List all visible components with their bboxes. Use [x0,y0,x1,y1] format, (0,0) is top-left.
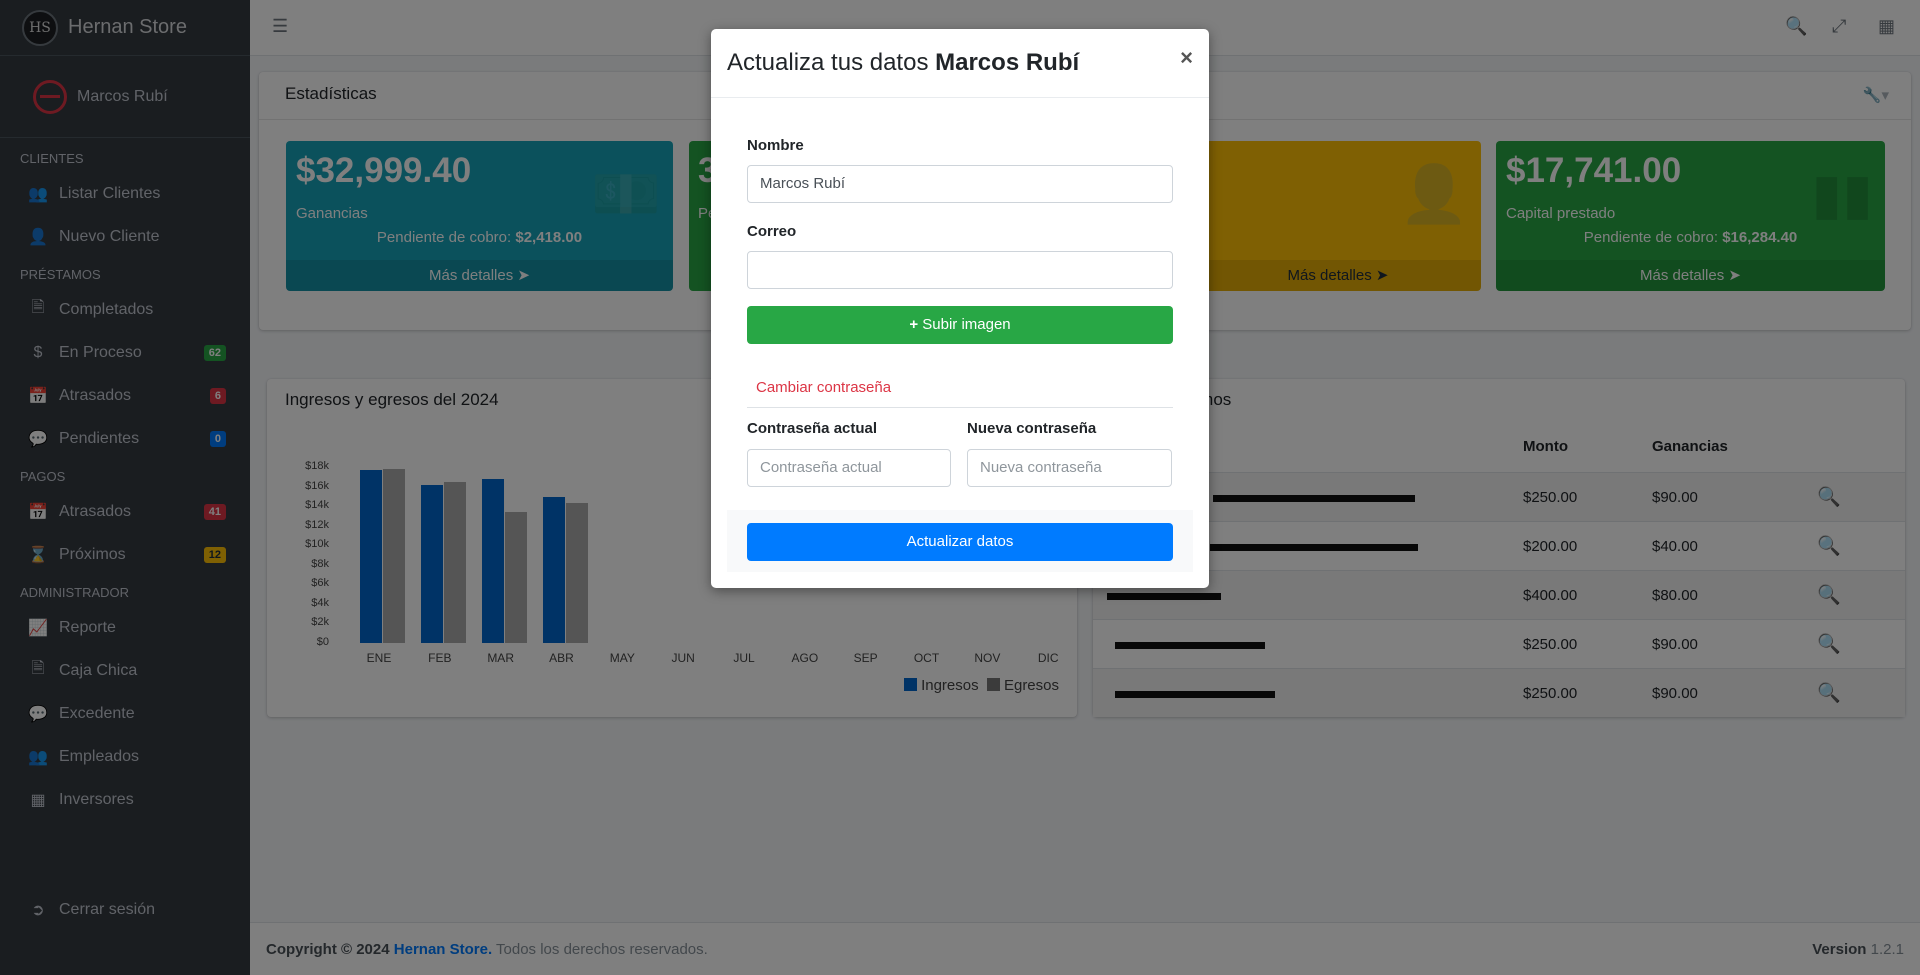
nombre-label: Nombre [747,137,804,154]
plus-icon: + [909,316,919,333]
upload-image-button[interactable]: + Subir imagen [747,306,1173,344]
modal-header: Actualiza tus datos Marcos Rubí × [711,29,1209,98]
correo-label: Correo [747,223,797,240]
correo-input[interactable] [747,251,1173,289]
close-button[interactable]: × [1180,45,1193,71]
modal-title: Actualiza tus datos Marcos Rubí [727,49,1080,76]
new-password-label: Nueva contraseña [967,420,1097,437]
new-password-input[interactable]: Nueva contraseña [967,449,1172,487]
current-password-label: Contraseña actual [747,420,878,437]
tab-cambiar-contrasena[interactable]: Cambiar contraseña [756,379,891,396]
nombre-input[interactable]: Marcos Rubí [747,165,1173,203]
update-data-button[interactable]: Actualizar datos [747,523,1173,561]
update-profile-modal: Actualiza tus datos Marcos Rubí × Nombre… [711,29,1209,588]
current-password-input[interactable]: Contraseña actual [747,449,951,487]
